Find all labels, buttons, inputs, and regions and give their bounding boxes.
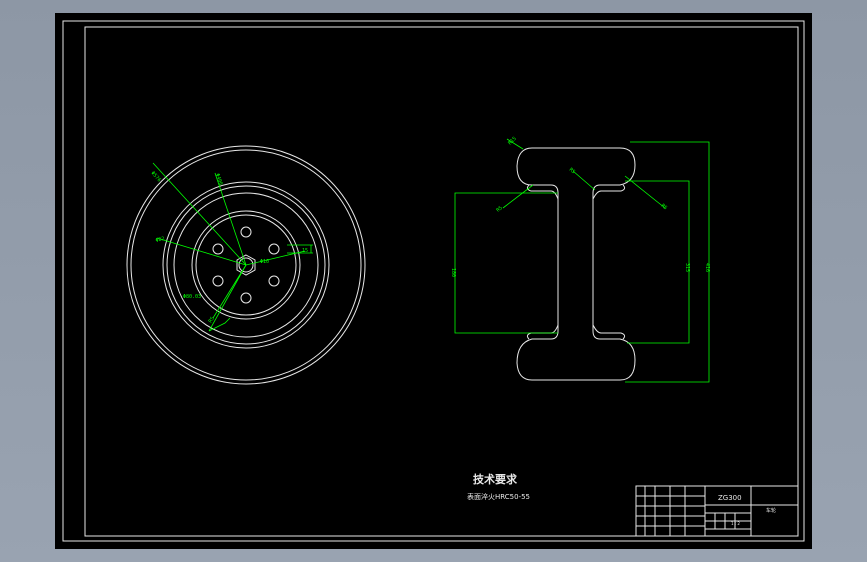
inner-border [84, 26, 799, 537]
svg-text:Φ406: Φ406 [214, 173, 223, 186]
notes-title: 技术要求 [473, 472, 518, 486]
svg-text:Φ10: Φ10 [260, 259, 269, 265]
svg-text:Φ576: Φ576 [150, 170, 163, 183]
outer-border [62, 20, 805, 542]
svg-text:R5: R5 [568, 167, 576, 175]
svg-text:1 : 2: 1 : 2 [731, 521, 740, 526]
drawing-sheet[interactable]: Φ576 Φ406 Φ82 Φ10 Φ80.03 R5 15 R15 R5 R5… [55, 13, 812, 549]
svg-text:R5: R5 [495, 205, 503, 213]
title-block: ZG300 车轮 1 : 2 [635, 485, 799, 537]
svg-text:ZG300: ZG300 [718, 494, 742, 502]
svg-text:Φ80.03: Φ80.03 [183, 294, 201, 300]
side-view: R15 R5 R5 R5 180 315 416 [450, 136, 710, 383]
front-view: Φ576 Φ406 Φ82 Φ10 Φ80.03 R5 15 [126, 145, 366, 385]
cad-viewport[interactable]: Φ576 Φ406 Φ82 Φ10 Φ80.03 R5 15 R15 R5 R5… [0, 0, 867, 562]
svg-text:R5: R5 [208, 316, 216, 324]
svg-text:315: 315 [684, 263, 690, 272]
svg-text:R5: R5 [660, 203, 668, 211]
svg-text:416: 416 [704, 263, 710, 272]
svg-text:Φ82: Φ82 [155, 236, 165, 244]
notes-text: 表面淬火HRC50-55 [467, 492, 530, 501]
svg-text:车轮: 车轮 [766, 507, 776, 514]
svg-text:15: 15 [302, 248, 308, 254]
drawing-canvas: Φ576 Φ406 Φ82 Φ10 Φ80.03 R5 15 R15 R5 R5… [62, 20, 805, 542]
svg-text:180: 180 [450, 268, 456, 277]
